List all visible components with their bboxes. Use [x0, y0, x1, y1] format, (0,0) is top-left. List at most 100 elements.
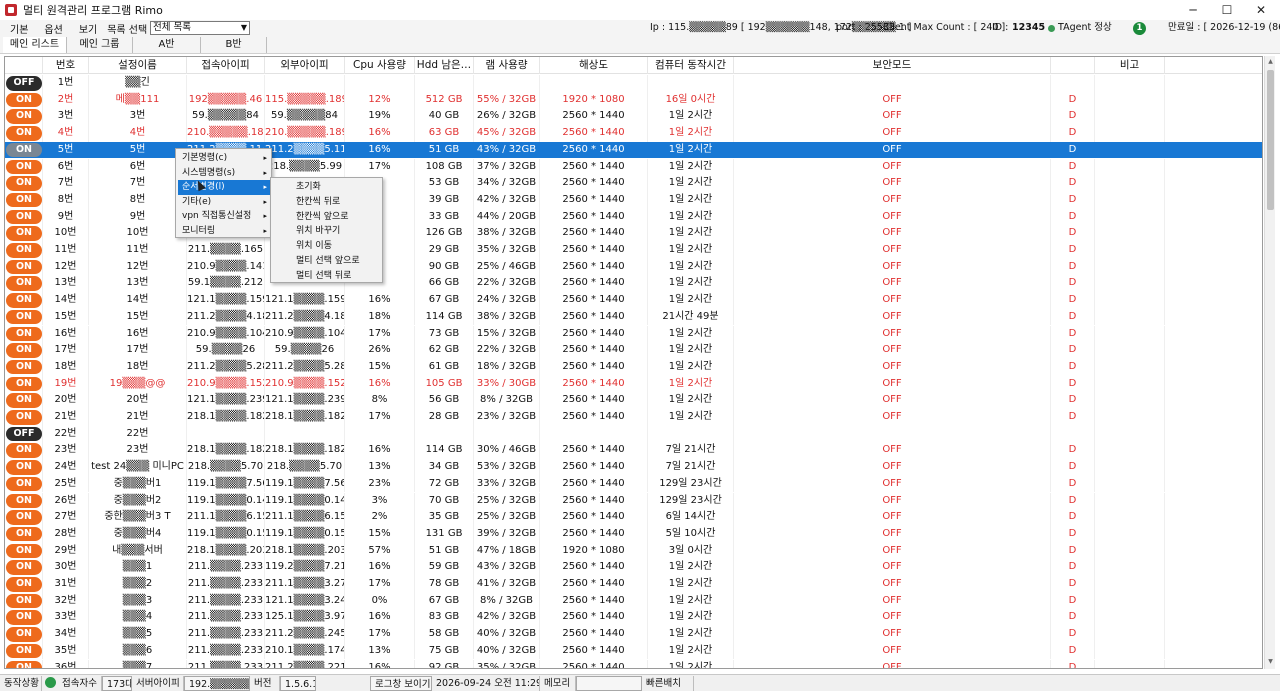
table-row[interactable]: ON 2번 메▒▒111 192▒▒▒▒▒.46 115.▒▒▒▒▒.189 12% 512… — [5, 91, 1262, 109]
scroll-up-icon[interactable]: ▲ — [1267, 58, 1274, 65]
power-status-badge[interactable]: ON — [6, 159, 42, 174]
power-status-badge[interactable]: ON — [6, 276, 42, 291]
power-status-badge[interactable]: ON — [6, 126, 42, 141]
submenu-item[interactable]: 한칸씩 앞으로 — [273, 210, 381, 225]
log-window-button[interactable]: 로그창 보이기 — [370, 676, 432, 691]
context-menu-item[interactable]: 기본명령(c) ▸ — [178, 151, 270, 166]
power-status-badge[interactable]: ON — [6, 643, 42, 659]
power-status-badge[interactable]: ON — [6, 476, 42, 492]
table-row[interactable]: ON 29번 내▒▒▒서버 218.1▒▒▒▒.203 218.1▒▒▒▒.203 57%… — [5, 542, 1262, 560]
table-row[interactable]: ON27번중한▒▒▒버3 T211.1▒▒▒▒6.154211.1▒▒▒▒6.1… — [5, 509, 1262, 526]
context-menu-item[interactable]: 시스템명령(s) ▸ — [178, 166, 270, 181]
column-header-no[interactable]: 번호 — [43, 57, 89, 74]
power-status-badge[interactable]: ON — [6, 176, 42, 191]
vertical-scrollbar[interactable]: ▲ ▼ — [1264, 56, 1275, 669]
tab-a-class[interactable]: A반 — [133, 37, 201, 53]
list-select-dropdown[interactable]: 전체 목록 ▼ — [150, 21, 250, 35]
quick-layout-button[interactable]: 빠른배치 — [642, 676, 694, 691]
table-row[interactable]: ON 12번 12번 210.9▒▒▒▒.141 90 GB 25% / 46GB 2560… — [5, 258, 1262, 276]
table-row[interactable]: ON 16번 16번 210.9▒▒▒▒.104 210.9▒▒▒▒.104 17% 73 … — [5, 325, 1262, 343]
column-header-cpu[interactable]: Cpu 사용량 — [345, 57, 415, 74]
column-header-status[interactable] — [5, 57, 43, 74]
power-status-badge[interactable]: ON — [6, 343, 42, 358]
notification-badge[interactable]: 1 — [1133, 22, 1146, 35]
power-status-badge[interactable]: ON — [6, 510, 42, 525]
power-status-badge[interactable]: ON — [6, 309, 42, 325]
context-menu-item[interactable]: 순서변경(l) ▸ — [178, 180, 270, 195]
table-row[interactable]: ON 20번 20번 121.1▒▒▒▒.239 121.1▒▒▒▒.239 8% 56 G… — [5, 392, 1262, 409]
power-status-badge[interactable]: ON — [6, 293, 42, 308]
scroll-down-icon[interactable]: ▼ — [1267, 658, 1274, 665]
table-row[interactable]: ON 19번 19▒▒▒@@ 210.9▒▒▒▒.152 210.9▒▒▒▒.152 16… — [5, 375, 1262, 393]
power-status-badge[interactable]: OFF — [6, 426, 42, 442]
power-status-badge[interactable]: OFF — [6, 76, 42, 91]
column-header-d[interactable] — [1051, 57, 1095, 74]
column-header-sec[interactable]: 보안모드 — [734, 57, 1051, 74]
table-row[interactable]: ON 31번 ▒▒▒2 211.▒▒▒▒.233 211.1▒▒▒▒3.27 17% 78 … — [5, 576, 1262, 593]
table-row[interactable]: ON 36번 ▒▒▒7 211.▒▒▒▒.233 211.2▒▒▒▒.221 16% 92 … — [5, 659, 1262, 668]
menu-basic[interactable]: 기본 — [10, 21, 28, 36]
submenu-item[interactable]: 멀티 선택 앞으로 — [273, 254, 381, 269]
table-row[interactable]: ON 13번 13번 59.1▒▒▒▒.212 66 GB 22% / 32GB 2560 … — [5, 275, 1262, 293]
table-row[interactable]: ON 18번 18번 211.2▒▒▒▒5.28 211.2▒▒▒▒5.28 15% 61 … — [5, 358, 1262, 376]
table-row[interactable]: OFF 1번 ▒▒긴 — [5, 75, 1262, 92]
table-row[interactable]: ON 17번 17번 59.▒▒▒▒26 59.▒▒▒▒26 26% 62 GB 22% / … — [5, 342, 1262, 359]
menu-view[interactable]: 보기 — [79, 21, 97, 36]
tab-b-class[interactable]: B반 — [201, 37, 267, 53]
submenu-item[interactable]: 위치 바꾸기 — [273, 224, 381, 239]
table-row[interactable]: ON 21번 21번 218.1▒▒▒▒.182 218.1▒▒▒▒.182 17% 28 … — [5, 409, 1262, 426]
column-header-note[interactable]: 비고 — [1095, 57, 1165, 74]
maximize-button[interactable]: ☐ — [1210, 0, 1244, 20]
power-status-badge[interactable]: ON — [6, 410, 42, 425]
context-menu-item[interactable]: 모니터링 ▸ — [178, 224, 270, 239]
power-status-badge[interactable]: ON — [6, 226, 42, 241]
table-row[interactable]: ON 24번 test 24▒▒▒ 미니PC 218.▒▒▒▒5.70 218.▒▒▒▒… — [5, 459, 1262, 476]
table-row[interactable]: OFF 22번 22번 — [5, 425, 1262, 443]
table-row[interactable]: ON 30번 ▒▒▒1 211.▒▒▒▒.233 119.2▒▒▒▒7.217 16% 59… — [5, 559, 1262, 576]
column-header-ip[interactable]: 접속아이피 — [187, 57, 265, 74]
table-row[interactable]: ON 32번 ▒▒▒3 211.▒▒▒▒.233 121.1▒▒▒▒3.240 0% 67 … — [5, 592, 1262, 610]
table-row[interactable]: ON 25번 중▒▒▒버1 119.1▒▒▒▒7.56 119.1▒▒▒▒7.56 23%… — [5, 475, 1262, 493]
table-row[interactable]: ON 35번 ▒▒▒6 211.▒▒▒▒.233 210.1▒▒▒▒.174 13% 75 … — [5, 642, 1262, 660]
table-row[interactable]: ON26번중▒▒▒버2119.1▒▒▒▒0.149119.1▒▒▒▒0.1493… — [5, 492, 1262, 510]
minimize-button[interactable]: ─ — [1176, 0, 1210, 20]
table-row[interactable]: ON28번중▒▒▒버4119.1▒▒▒▒0.156119.1▒▒▒▒0.1561… — [5, 525, 1262, 543]
power-status-badge[interactable]: ON — [6, 610, 42, 625]
table-row[interactable]: ON 3번 3번 59.▒▒▒▒▒84 59.▒▒▒▒▒84 19% 40 GB 26% / … — [5, 108, 1262, 126]
column-header-uptime[interactable]: 컴퓨터 동작시간 — [648, 57, 734, 74]
close-button[interactable]: ✕ — [1244, 0, 1278, 20]
power-status-badge[interactable]: ON — [6, 526, 42, 542]
table-row[interactable]: ON 4번 4번 210.▒▒▒▒▒.189 210.▒▒▒▒▒.189 16% 63 GB… — [5, 125, 1262, 142]
table-row[interactable]: ON 11번 11번 211.▒▒▒▒.165 29 GB 35% / 32GB 2560 … — [5, 242, 1262, 259]
table-row[interactable]: ON 34번 ▒▒▒5 211.▒▒▒▒.233 211.2▒▒▒▒.245 17% 58 … — [5, 626, 1262, 643]
power-status-badge[interactable]: ON — [6, 393, 42, 408]
table-row[interactable]: ON15번15번211.2▒▒▒▒4.184211.2▒▒▒▒4.18418%1… — [5, 308, 1262, 326]
power-status-badge[interactable]: ON — [6, 493, 42, 508]
scroll-thumb[interactable] — [1267, 70, 1274, 210]
submenu-item[interactable]: 한칸씩 뒤로 — [273, 195, 381, 210]
power-status-badge[interactable]: ON — [6, 593, 42, 609]
power-status-badge[interactable]: ON — [6, 359, 42, 375]
power-status-badge[interactable]: ON — [6, 209, 42, 225]
column-header-hdd[interactable]: Hdd 남은… — [415, 57, 474, 74]
power-status-badge[interactable]: ON — [6, 443, 42, 458]
column-header-ram[interactable]: 램 사용량 — [474, 57, 540, 74]
table-row[interactable]: ON 33번 ▒▒▒4 211.▒▒▒▒.233 125.1▒▒▒▒3.97 16% 83 … — [5, 609, 1262, 627]
column-header-res[interactable]: 해상도 — [540, 57, 648, 74]
column-header-name[interactable]: 설정이름 — [89, 57, 187, 74]
table-row[interactable]: ON 14번 14번 121.1▒▒▒▒.159 121.1▒▒▒▒.159 16% 67 … — [5, 292, 1262, 309]
power-status-badge[interactable]: ON — [6, 92, 42, 108]
power-status-badge[interactable]: ON — [6, 192, 42, 208]
context-menu-item[interactable]: vpn 직접통신설정 ▸ — [178, 209, 270, 224]
submenu-item[interactable]: 초기화 — [273, 180, 381, 195]
submenu-item[interactable]: 위치 이동 — [273, 239, 381, 254]
power-status-badge[interactable]: ON — [6, 577, 42, 592]
context-menu-item[interactable]: 기타(e) ▸ — [178, 195, 270, 210]
power-status-badge[interactable]: ON — [6, 543, 42, 559]
power-status-badge[interactable]: ON — [6, 326, 42, 341]
table-row[interactable]: ON 23번 23번 218.1▒▒▒▒.182 218.1▒▒▒▒.182 16% 114… — [5, 442, 1262, 460]
submenu-item[interactable]: 멀티 선택 뒤로 — [273, 269, 381, 284]
column-header-ext[interactable]: 외부아이피 — [265, 57, 345, 74]
power-status-badge[interactable]: ON — [6, 660, 42, 668]
tab-main-group[interactable]: 메인 그룹 — [67, 37, 133, 53]
